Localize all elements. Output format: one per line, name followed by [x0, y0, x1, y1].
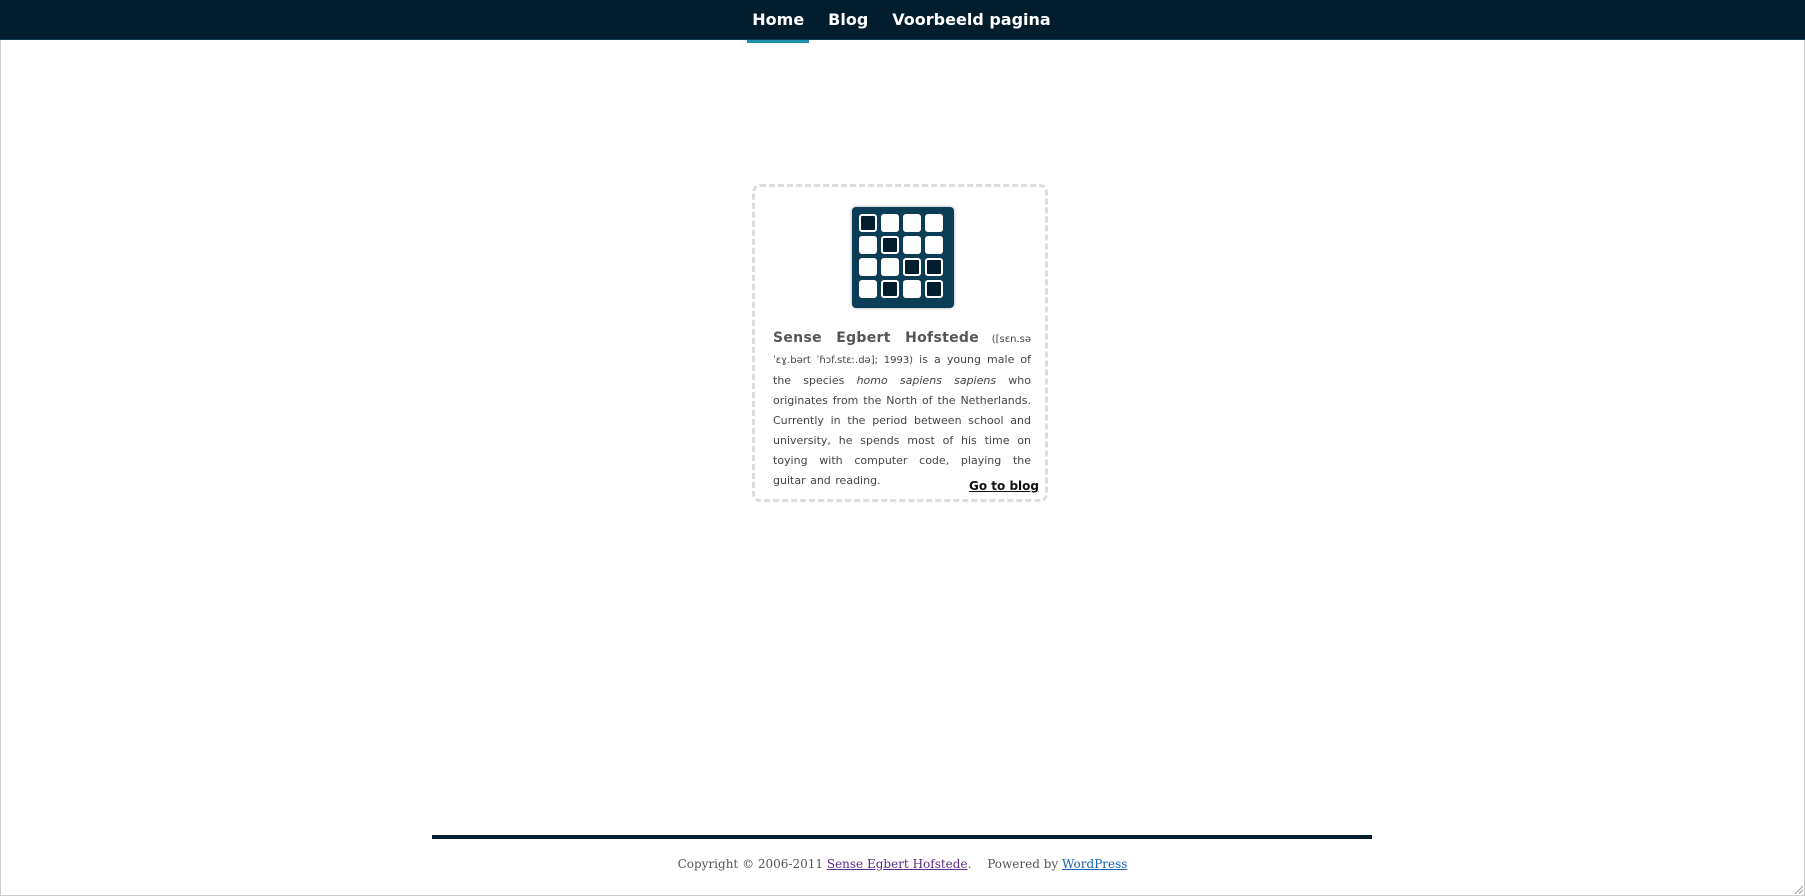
logo-cell-empty — [881, 214, 899, 232]
nav-item-voorbeeld-pagina[interactable]: Voorbeeld pagina — [887, 0, 1055, 39]
bio-text-part: who originates from the North of the Net… — [773, 374, 1031, 487]
bio-text: Sense Egbert Hofstede ([sɛn.sə ˈɛɣ.bərt … — [773, 328, 1031, 491]
go-to-blog-link[interactable]: Go to blog — [969, 479, 1039, 493]
top-navigation: Home Blog Voorbeeld pagina — [0, 0, 1805, 43]
logo-cell-empty — [881, 258, 899, 276]
footer-powered-by: Powered by — [987, 857, 1059, 871]
bio-species: homo sapiens sapiens — [856, 374, 997, 387]
logo-cell-empty — [859, 258, 877, 276]
logo-cell-filled — [881, 280, 899, 298]
footer-site-link[interactable]: Sense Egbert Hofstede — [827, 857, 968, 871]
nav-menu: Home Blog Voorbeeld pagina — [747, 0, 1055, 43]
nav-item-home[interactable]: Home — [747, 0, 810, 43]
logo-cell-filled — [925, 280, 943, 298]
active-indicator — [747, 40, 810, 43]
nav-item-label: Voorbeeld pagina — [892, 10, 1051, 29]
bio-name: Sense Egbert Hofstede — [773, 330, 979, 346]
logo-cell-empty — [859, 280, 877, 298]
nav-item-blog[interactable]: Blog — [823, 0, 873, 39]
nav-item-label: Blog — [828, 10, 869, 29]
footer-period: . — [967, 857, 972, 871]
profile-card: Sense Egbert Hofstede ([sɛn.sə ˈɛɣ.bərt … — [752, 184, 1048, 502]
resize-grip-icon[interactable] — [1793, 884, 1803, 894]
logo-cell-filled — [859, 214, 877, 232]
logo-cell-empty — [903, 280, 921, 298]
footer-divider — [432, 835, 1372, 839]
footer: Copyright © 2006-2011 Sense Egbert Hofst… — [0, 857, 1805, 871]
logo-cell-filled — [903, 258, 921, 276]
logo-cell-filled — [925, 258, 943, 276]
logo-cell-empty — [903, 236, 921, 254]
logo-cell-empty — [925, 214, 943, 232]
grid-logo-icon — [852, 207, 954, 308]
logo-cell-empty — [903, 214, 921, 232]
nav-item-label: Home — [752, 10, 805, 29]
footer-copyright: Copyright © 2006-2011 — [677, 857, 824, 871]
logo-cell-empty — [859, 236, 877, 254]
logo-cell-empty — [925, 236, 943, 254]
footer-wordpress-link[interactable]: WordPress — [1062, 857, 1127, 871]
logo-cell-filled — [881, 236, 899, 254]
